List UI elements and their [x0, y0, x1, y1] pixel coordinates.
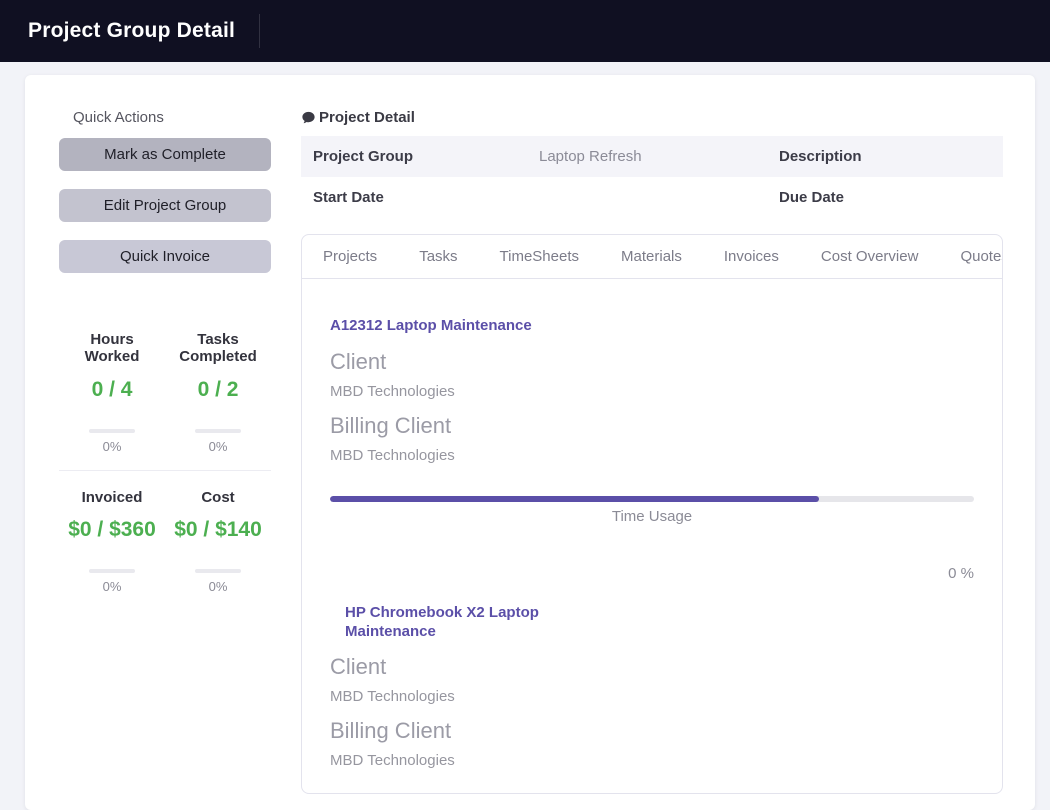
tab-bar: Projects Tasks TimeSheets Materials Invo… [302, 235, 1002, 279]
top-header: Project Group Detail [0, 0, 1050, 62]
client-heading: Client [330, 654, 974, 680]
stat-label: Cost [169, 489, 267, 506]
project-card: HP Chromebook X2 Laptop Maintenance Clie… [330, 604, 974, 794]
tab-invoices[interactable]: Invoices [703, 235, 800, 278]
stat-progress-bar [89, 569, 135, 573]
time-usage-label: Time Usage [330, 508, 974, 525]
stat-hours-worked: Hours Worked 0 / 4 0% [59, 331, 165, 454]
stat-tasks-completed: Tasks Completed 0 / 2 0% [165, 331, 271, 454]
project-detail-heading: Project Detail [301, 109, 1003, 126]
comment-icon [301, 111, 316, 125]
stat-value: $0 / $360 [63, 516, 161, 543]
time-usage-bar-fill [330, 496, 819, 502]
stat-percent: 0% [63, 439, 161, 454]
detail-label-start-date: Start Date [313, 189, 539, 206]
detail-table: Project Group Laptop Refresh Description… [301, 136, 1003, 218]
stat-value: 0 / 4 [63, 376, 161, 403]
usage-percent: 0 % [330, 565, 974, 582]
quick-invoice-button[interactable]: Quick Invoice [59, 240, 271, 273]
tab-cost-overview[interactable]: Cost Overview [800, 235, 940, 278]
client-name: MBD Technologies [330, 383, 974, 400]
billing-client-heading: Billing Client [330, 718, 974, 744]
stat-label: Invoiced [63, 489, 161, 506]
stat-value: 0 / 2 [169, 376, 267, 403]
tab-timesheets[interactable]: TimeSheets [479, 235, 600, 278]
billing-client-heading: Billing Client [330, 413, 974, 439]
projects-list: A12312 Laptop Maintenance Client MBD Tec… [302, 279, 1002, 794]
stat-percent: 0% [169, 579, 267, 594]
stat-progress-bar [89, 429, 135, 433]
stat-progress-bar [195, 569, 241, 573]
client-heading: Client [330, 349, 974, 375]
quick-actions-panel: Quick Actions Mark as Complete Edit Proj… [59, 109, 271, 810]
detail-row: Start Date Due Date [301, 177, 1003, 218]
stat-value: $0 / $140 [169, 516, 267, 543]
stat-progress-bar [195, 429, 241, 433]
page-title: Project Group Detail [28, 19, 235, 43]
client-name: MBD Technologies [330, 688, 974, 705]
project-card: A12312 Laptop Maintenance Client MBD Tec… [330, 317, 974, 582]
header-divider [259, 14, 260, 48]
billing-client-name: MBD Technologies [330, 447, 974, 464]
time-usage-section: Time Usage 0 % [330, 496, 974, 582]
tab-projects[interactable]: Projects [302, 235, 398, 278]
projects-panel: Projects Tasks TimeSheets Materials Invo… [301, 234, 1003, 794]
stat-cost: Cost $0 / $140 0% [165, 470, 271, 595]
quick-actions-label: Quick Actions [73, 109, 271, 126]
edit-project-group-button[interactable]: Edit Project Group [59, 189, 271, 222]
stat-invoiced: Invoiced $0 / $360 0% [59, 470, 165, 595]
detail-value-project-group: Laptop Refresh [539, 148, 779, 165]
detail-row: Project Group Laptop Refresh Description [301, 136, 1003, 177]
stats-grid: Hours Worked 0 / 4 0% Tasks Completed 0 … [59, 331, 271, 594]
detail-label-description: Description [779, 148, 991, 165]
main-card: Quick Actions Mark as Complete Edit Proj… [25, 75, 1035, 810]
time-usage-bar [330, 496, 974, 502]
mark-complete-button[interactable]: Mark as Complete [59, 138, 271, 171]
detail-label-due-date: Due Date [779, 189, 991, 206]
stat-label: Hours Worked [63, 331, 161, 366]
detail-label-project-group: Project Group [313, 148, 539, 165]
project-link[interactable]: A12312 Laptop Maintenance [330, 317, 532, 336]
stat-percent: 0% [63, 579, 161, 594]
project-detail-title: Project Detail [319, 109, 415, 126]
tab-tasks[interactable]: Tasks [398, 235, 478, 278]
stat-percent: 0% [169, 439, 267, 454]
tab-materials[interactable]: Materials [600, 235, 703, 278]
billing-client-name: MBD Technologies [330, 752, 974, 769]
project-link[interactable]: HP Chromebook X2 Laptop Maintenance [345, 604, 585, 642]
stat-label: Tasks Completed [169, 331, 267, 366]
project-detail-panel: Project Detail Project Group Laptop Refr… [301, 109, 1003, 810]
tab-quotes[interactable]: Quotes [939, 235, 1003, 278]
